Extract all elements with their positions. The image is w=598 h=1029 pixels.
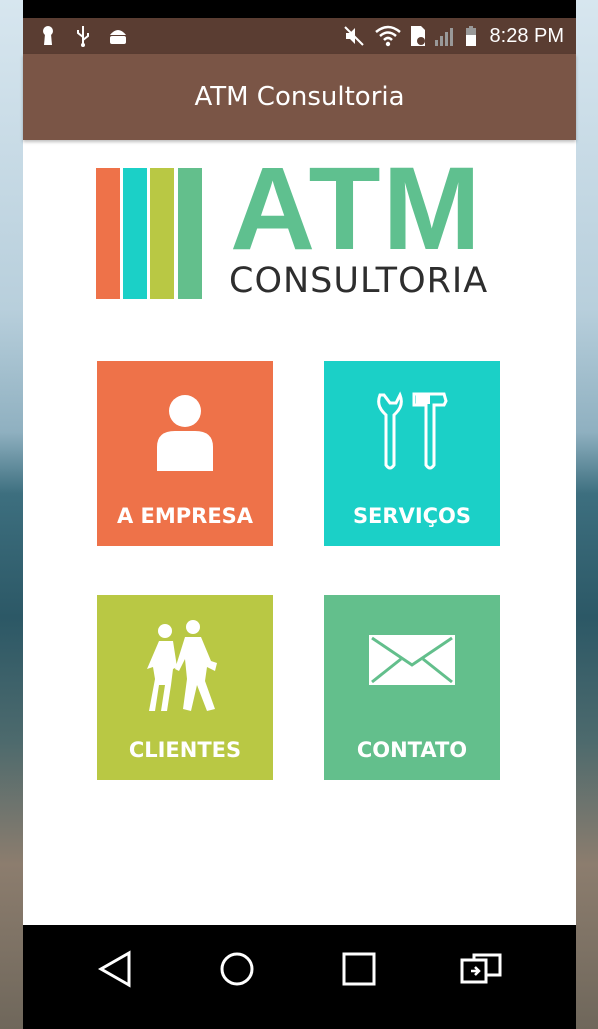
recents-icon[interactable] bbox=[335, 947, 383, 991]
phone-screen: 8:28 PM ATM Consultoria ATM CONSULTORIA … bbox=[23, 18, 576, 1029]
tile-a-empresa[interactable]: A EMPRESA bbox=[97, 361, 273, 546]
logo-main-text: ATM bbox=[230, 143, 483, 275]
tile-label: SERVIÇOS bbox=[352, 504, 472, 528]
tools-icon bbox=[377, 391, 448, 470]
battery-icon bbox=[466, 26, 476, 46]
logo-stripe-orange bbox=[96, 168, 120, 299]
switch-app-icon[interactable] bbox=[457, 947, 505, 991]
navigation-bar bbox=[23, 925, 576, 1029]
mute-icon bbox=[344, 26, 364, 46]
sim-icon bbox=[411, 26, 425, 46]
home-icon[interactable] bbox=[213, 947, 261, 991]
logo-stripe-green bbox=[178, 168, 202, 299]
wifi-icon bbox=[375, 25, 401, 47]
envelope-icon bbox=[369, 635, 455, 685]
tile-label: A EMPRESA bbox=[116, 504, 254, 528]
logo-stripe-lime bbox=[150, 168, 174, 299]
status-bar: 8:28 PM bbox=[23, 18, 576, 54]
android-debug-icon bbox=[110, 30, 126, 44]
tile-label: CONTATO bbox=[356, 738, 468, 762]
back-icon[interactable] bbox=[93, 947, 141, 991]
company-logo: ATM CONSULTORIA bbox=[96, 150, 502, 302]
app-bar: ATM Consultoria bbox=[23, 54, 576, 140]
person-icon bbox=[157, 395, 213, 471]
device-top-bezel bbox=[23, 0, 576, 18]
tile-servicos[interactable]: SERVIÇOS bbox=[324, 361, 500, 546]
logo-stripe-cyan bbox=[123, 168, 147, 299]
keyhole-icon bbox=[43, 26, 53, 45]
tile-clientes[interactable]: CLIENTES bbox=[97, 595, 273, 780]
app-title: ATM Consultoria bbox=[194, 82, 405, 112]
signal-icon bbox=[435, 28, 453, 46]
usb-icon bbox=[77, 26, 89, 47]
tile-label: CLIENTES bbox=[128, 738, 242, 762]
walking-people-icon bbox=[147, 620, 217, 711]
tile-contato[interactable]: CONTATO bbox=[324, 595, 500, 780]
logo-sub-text: CONSULTORIA bbox=[229, 261, 489, 301]
status-time: 8:28 PM bbox=[489, 25, 564, 47]
